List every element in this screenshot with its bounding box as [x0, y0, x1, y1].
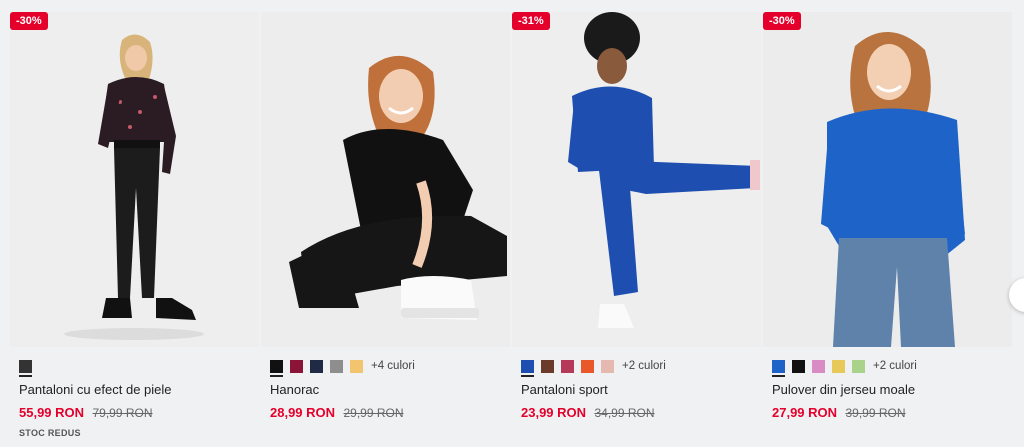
color-swatch[interactable]: [792, 359, 805, 373]
color-swatch[interactable]: [521, 359, 534, 377]
product-title[interactable]: Pantaloni cu efect de piele: [10, 382, 259, 397]
discount-badge: -30%: [763, 12, 801, 30]
more-colors-label[interactable]: +2 culori: [622, 360, 666, 372]
product-title[interactable]: Hanorac: [261, 382, 510, 397]
color-swatch[interactable]: [350, 359, 363, 373]
color-swatch[interactable]: [832, 359, 845, 373]
old-price: 79,99 RON: [92, 406, 153, 420]
current-price: 23,99 RON: [521, 405, 587, 420]
color-swatch[interactable]: [330, 359, 343, 373]
product-card[interactable]: -30% +2 culori Pulover din jerseu moale …: [763, 12, 1012, 442]
color-swatches: +2 culori: [512, 358, 761, 377]
color-swatch[interactable]: [561, 359, 574, 373]
color-swatch[interactable]: [601, 359, 614, 373]
price-row: 28,99 RON 29,99 RON: [261, 404, 510, 422]
price-row: 23,99 RON 34,99 RON: [512, 404, 761, 422]
color-swatch[interactable]: [270, 359, 283, 377]
price-row: 55,99 RON 79,99 RON: [10, 404, 259, 422]
product-card[interactable]: -31% +2 culori Pantaloni sport 23,99 RON…: [512, 12, 761, 442]
more-colors-label[interactable]: +2 culori: [873, 360, 917, 372]
current-price: 55,99 RON: [19, 405, 85, 420]
current-price: 27,99 RON: [772, 405, 838, 420]
stock-status: STOC REDUS: [19, 428, 81, 438]
product-title[interactable]: Pantaloni sport: [512, 382, 761, 397]
discount-badge: -31%: [512, 12, 550, 30]
model-photo-3: [512, 12, 761, 347]
product-card[interactable]: +4 culori Hanorac 28,99 RON 29,99 RON: [261, 12, 510, 442]
model-photo-2: [261, 12, 510, 347]
product-grid: -30% Pantaloni cu efect de piele 55,99 R…: [10, 12, 1012, 442]
color-swatches: +2 culori: [763, 358, 1012, 377]
color-swatches: +4 culori: [261, 358, 510, 377]
color-swatch[interactable]: [310, 359, 323, 373]
old-price: 39,99 RON: [845, 406, 906, 420]
model-photo-4: [763, 12, 1012, 347]
color-swatch[interactable]: [581, 359, 594, 373]
old-price: 29,99 RON: [343, 406, 404, 420]
price-row: 27,99 RON 39,99 RON: [763, 404, 1012, 422]
product-image[interactable]: -30%: [10, 12, 259, 347]
product-image[interactable]: -30%: [763, 12, 1012, 347]
current-price: 28,99 RON: [270, 405, 336, 420]
color-swatch[interactable]: [852, 359, 865, 373]
product-image[interactable]: [261, 12, 510, 347]
color-swatch[interactable]: [812, 359, 825, 373]
product-card[interactable]: -30% Pantaloni cu efect de piele 55,99 R…: [10, 12, 259, 442]
model-photo-1: [10, 12, 259, 347]
more-colors-label[interactable]: +4 culori: [371, 360, 415, 372]
color-swatches: [10, 358, 259, 377]
product-image[interactable]: -31%: [512, 12, 761, 347]
product-title[interactable]: Pulover din jerseu moale: [763, 382, 1012, 397]
color-swatch[interactable]: [541, 359, 554, 373]
old-price: 34,99 RON: [594, 406, 655, 420]
color-swatch[interactable]: [290, 359, 303, 373]
color-swatch[interactable]: [19, 359, 32, 377]
discount-badge: -30%: [10, 12, 48, 30]
color-swatch[interactable]: [772, 359, 785, 377]
